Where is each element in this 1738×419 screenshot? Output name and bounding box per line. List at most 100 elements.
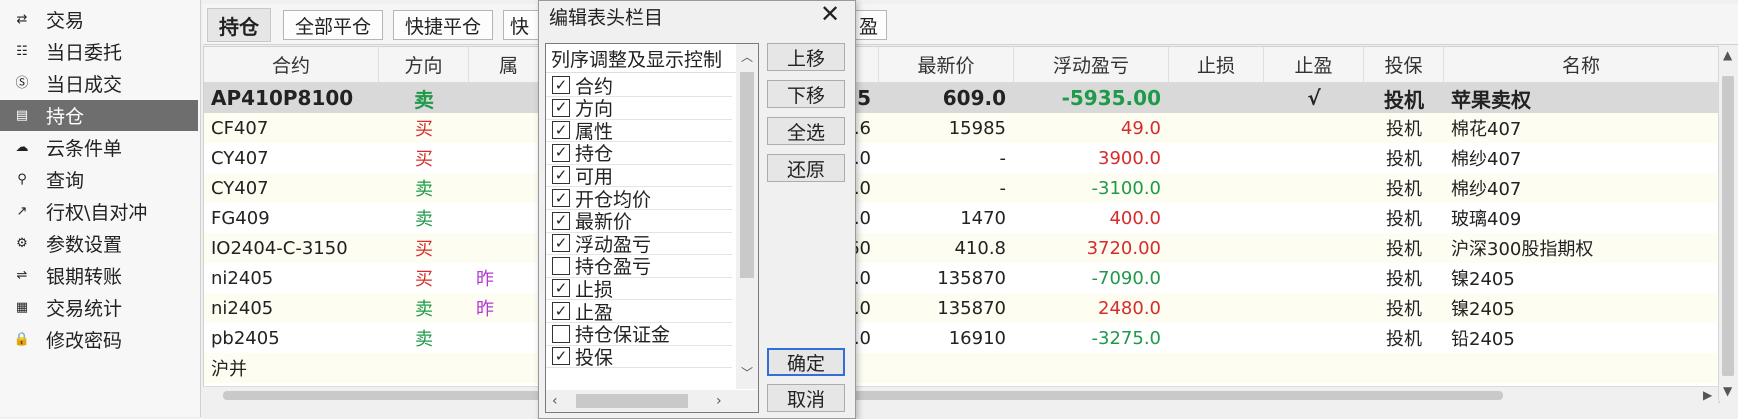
- table-row[interactable]: ni2405买昨139415.0135870-7090.0投机镍2405: [204, 263, 1719, 293]
- sidebar-item-6[interactable]: ↗ 行权\自对冲: [0, 196, 198, 227]
- move-up-button[interactable]: 上移: [767, 43, 845, 71]
- column-header[interactable]: 最新价: [879, 47, 1014, 82]
- cell-tp: [1264, 143, 1364, 173]
- table-row[interactable]: ni2405卖昨138350.01358702480.0投机镍2405: [204, 293, 1719, 323]
- checkbox[interactable]: ✓: [552, 211, 570, 230]
- column-option[interactable]: 持仓保证金: [546, 323, 732, 346]
- column-option[interactable]: ✓ 持仓: [546, 142, 732, 165]
- sidebar-item-7[interactable]: ⚙ 参数设置: [0, 228, 198, 259]
- column-option[interactable]: ✓ 开仓均价: [546, 187, 732, 211]
- close-all-button[interactable]: 全部平仓: [283, 10, 383, 40]
- checkbox[interactable]: ✓: [552, 166, 570, 185]
- cell-name: 棉纱407: [1451, 179, 1522, 200]
- column-header[interactable]: 属: [469, 47, 549, 82]
- checkbox[interactable]: ✓: [552, 302, 570, 320]
- table-horizontal-scrollbar[interactable]: ▶: [203, 386, 1718, 403]
- close-icon[interactable]: ✕: [817, 1, 843, 27]
- list-vertical-scrollbar[interactable]: ︿ ﹀: [736, 44, 758, 389]
- checkbox[interactable]: ✓: [552, 234, 570, 253]
- sidebar-item-2[interactable]: Ⓢ 当日成交: [0, 68, 198, 99]
- sidebar-item-0[interactable]: ⇄ 交易: [0, 4, 198, 35]
- table-row[interactable]: 沪并: [204, 353, 1719, 383]
- cell-dir: 卖: [415, 179, 433, 200]
- column-option[interactable]: ✓ 投保: [546, 345, 732, 369]
- table-row[interactable]: IO2404-C-3150买373.60410.83720.00投机沪深300股…: [204, 233, 1719, 263]
- cell-last: 1470: [960, 207, 1006, 229]
- cell-contract: CF407: [211, 117, 269, 139]
- column-header[interactable]: 浮动盈亏: [1014, 47, 1169, 82]
- cell-dir: 买: [415, 149, 433, 170]
- table-row[interactable]: CF407买15983.61598549.0投机棉花407: [204, 113, 1719, 143]
- table-row[interactable]: CY407买21880.0-3900.0投机棉纱407: [204, 143, 1719, 173]
- scroll-right-icon[interactable]: ▶: [1703, 388, 1712, 402]
- list-horizontal-scrollbar[interactable]: ‹ ›: [546, 390, 758, 412]
- sidebar-item-3[interactable]: ▤ 持仓: [0, 100, 198, 131]
- scroll-thumb[interactable]: [1722, 76, 1734, 376]
- column-list-header: 列序调整及显示控制: [546, 44, 737, 73]
- sidebar-item-4[interactable]: ☁ 云条件单: [0, 132, 198, 163]
- cell-last: 16910: [948, 327, 1006, 349]
- column-header[interactable]: 止损: [1169, 47, 1264, 82]
- deals-icon: Ⓢ: [15, 76, 29, 91]
- column-option[interactable]: ✓ 属性: [546, 119, 732, 143]
- column-option[interactable]: ✓ 合约: [546, 74, 732, 98]
- restore-button[interactable]: 还原: [767, 154, 845, 182]
- checkbox[interactable]: ✓: [552, 98, 570, 117]
- checkbox[interactable]: ✓: [552, 347, 570, 366]
- checkbox[interactable]: ✓: [552, 279, 570, 298]
- cell-name: 铅2405: [1451, 329, 1515, 350]
- list-scroll-thumb[interactable]: [740, 72, 754, 278]
- table-row[interactable]: FG409卖1490.01470400.0投机玻璃409: [204, 203, 1719, 233]
- column-header[interactable]: 止盈: [1264, 47, 1364, 82]
- cell-name: 棉花407: [1451, 119, 1522, 140]
- move-down-button[interactable]: 下移: [767, 80, 845, 108]
- column-header[interactable]: 投保: [1364, 47, 1444, 82]
- checkbox[interactable]: [552, 256, 570, 275]
- scroll-up-icon[interactable]: ▲: [1723, 48, 1732, 62]
- checkbox[interactable]: ✓: [552, 76, 570, 94]
- column-option[interactable]: ✓ 方向: [546, 97, 732, 120]
- tab-positions[interactable]: 持仓: [207, 8, 271, 42]
- quick-close-button[interactable]: 快捷平仓: [393, 10, 493, 40]
- sidebar-item-label: 查询: [46, 170, 85, 192]
- chevron-right-icon[interactable]: ›: [716, 393, 722, 409]
- select-all-button[interactable]: 全选: [767, 117, 845, 145]
- cell-dir: 买: [415, 269, 433, 290]
- checkbox[interactable]: ✓: [552, 189, 570, 207]
- checkbox[interactable]: ✓: [552, 121, 570, 140]
- column-header[interactable]: 方向: [379, 47, 469, 82]
- column-option[interactable]: ✓ 止损: [546, 277, 732, 301]
- cell-hedge: 投机: [1386, 209, 1422, 230]
- column-header[interactable]: 合约: [204, 47, 379, 82]
- chevron-up-icon[interactable]: ︿: [741, 48, 753, 65]
- table-row[interactable]: pb2405卖16255.016910-3275.0投机铅2405: [204, 323, 1719, 353]
- chevron-down-icon[interactable]: ﹀: [741, 364, 753, 381]
- table-row[interactable]: AP410P8100卖1812.25609.0-5935.00√投机苹果卖权: [204, 83, 1719, 113]
- cell-hedge: 投机: [1386, 149, 1422, 170]
- checkbox[interactable]: ✓: [552, 143, 570, 162]
- cell-last: 15985: [948, 117, 1006, 139]
- sidebar-item-5[interactable]: ⚲ 查询: [0, 164, 198, 195]
- scroll-thumb-horizontal[interactable]: [223, 391, 1503, 400]
- column-header[interactable]: 名称: [1444, 47, 1719, 82]
- cell-sl: [1169, 143, 1264, 173]
- column-option[interactable]: 持仓盈亏: [546, 255, 732, 278]
- stats-icon: ▦: [15, 300, 29, 315]
- cell-pnl: 3900.0: [1098, 147, 1161, 169]
- sidebar-item-8[interactable]: ⇌ 银期转账: [0, 260, 198, 291]
- cell-attr: [469, 173, 549, 203]
- sidebar-item-9[interactable]: ▦ 交易统计: [0, 292, 198, 323]
- cancel-button[interactable]: 取消: [767, 384, 845, 412]
- cell-sl: [1169, 263, 1264, 293]
- scroll-down-icon[interactable]: ▼: [1723, 384, 1732, 398]
- chevron-left-icon[interactable]: ‹: [552, 393, 558, 409]
- sidebar-item-10[interactable]: 🔒 修改密码: [0, 324, 198, 355]
- cell-attr: [469, 323, 549, 353]
- cell-dir: [379, 353, 469, 383]
- ok-button[interactable]: 确定: [767, 348, 845, 376]
- table-row[interactable]: CY407卖21455.0--3100.0投机棉纱407: [204, 173, 1719, 203]
- table-vertical-scrollbar[interactable]: ▲ ▼: [1718, 46, 1737, 401]
- sidebar-item-1[interactable]: ☷ 当日委托: [0, 36, 198, 67]
- checkbox[interactable]: [552, 324, 570, 343]
- list-hscroll-thumb[interactable]: [576, 394, 688, 408]
